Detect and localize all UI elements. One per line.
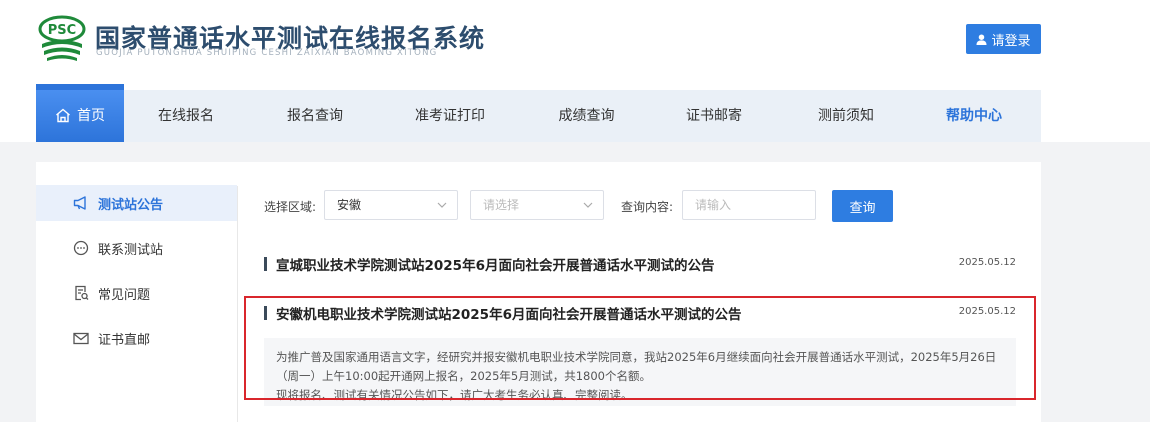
province-select[interactable]: 安徽 [324, 190, 458, 220]
sidebar-item-announcements[interactable]: 测试站公告 [36, 185, 237, 221]
nav-help-center[interactable]: 帮助中心 [919, 90, 1029, 142]
sidebar-item-certificate-mail[interactable]: 证书直邮 [36, 320, 237, 356]
region-label: 选择区域: [264, 200, 317, 214]
megaphone-icon [72, 194, 90, 212]
content-input[interactable]: 请输入 [682, 190, 816, 220]
svg-text:PSC: PSC [48, 23, 76, 38]
site-subtitle: GUOJIA PUTONGHUA SHUIPING CESHI ZAIXIAN … [96, 48, 438, 58]
sidebar-item-faq[interactable]: 常见问题 [36, 275, 237, 311]
mail-icon [72, 329, 90, 347]
login-button[interactable]: 请登录 [966, 24, 1041, 54]
psc-logo: PSC [38, 15, 86, 61]
filter-bar: 选择区域: 安徽 请选择 查询内容: 请输入 查询 [264, 190, 964, 222]
login-label: 请登录 [991, 33, 1031, 49]
highlight-box [244, 296, 1036, 400]
nav-registration-query[interactable]: 报名查询 [248, 90, 382, 142]
chevron-down-icon [437, 202, 447, 208]
sidebar-divider [237, 186, 238, 422]
sidebar-item-contact[interactable]: 联系测试站 [36, 230, 237, 266]
notice-item[interactable]: 宣城职业技术学院测试站2025年6月面向社会开展普通话水平测试的公告 2025.… [264, 254, 1016, 274]
chevron-down-icon [583, 202, 593, 208]
sidebar: 测试站公告 联系测试站 常见问题 证书直邮 [36, 162, 238, 422]
nav-home[interactable]: 首页 [36, 84, 124, 142]
nav-online-registration[interactable]: 在线报名 [124, 90, 248, 142]
nav-score-query[interactable]: 成绩查询 [518, 90, 655, 142]
chat-icon [72, 239, 90, 257]
user-icon [976, 33, 988, 45]
notice-date: 2025.05.12 [958, 257, 1016, 268]
city-select[interactable]: 请选择 [470, 190, 604, 220]
notice-title[interactable]: 宣城职业技术学院测试站2025年6月面向社会开展普通话水平测试的公告 [276, 254, 714, 274]
nav-admission-ticket[interactable]: 准考证打印 [382, 90, 518, 142]
query-button[interactable]: 查询 [832, 190, 893, 222]
main-nav: 首页 在线报名 报名查询 准考证打印 成绩查询 证书邮寄 测前须知 帮助中心 [36, 84, 1041, 142]
nav-test-notes[interactable]: 测前须知 [773, 90, 919, 142]
home-icon [56, 108, 70, 123]
content-label: 查询内容: [621, 200, 674, 214]
document-search-icon [72, 284, 90, 302]
nav-certificate-mailing[interactable]: 证书邮寄 [655, 90, 773, 142]
header: PSC 国家普通话水平测试在线报名系统 GUOJIA PUTONGHUA SHU… [0, 0, 1150, 142]
notice-marker [264, 257, 267, 271]
